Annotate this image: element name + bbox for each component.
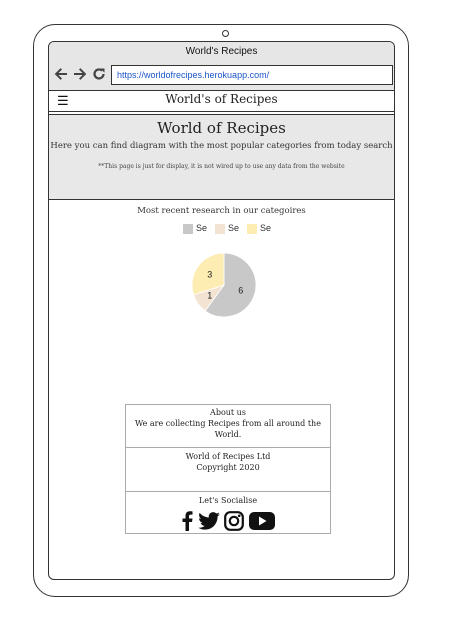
- footer-about-text: We are collecting Recipes from all aroun…: [135, 419, 321, 439]
- window-title: World's Recipes: [49, 42, 394, 63]
- footer-about-title: About us: [210, 408, 246, 417]
- browser-window: World's Recipes https://worldofrecipes.h…: [48, 41, 395, 580]
- address-bar[interactable]: https://worldofrecipes.herokuapp.com/: [111, 65, 393, 85]
- footer-social-title: Let's Socialise: [198, 496, 258, 505]
- footer-about: About us We are collecting Recipes from …: [126, 405, 330, 448]
- pie-chart: 6 1 3: [191, 252, 257, 318]
- footer-social: Let's Socialise: [126, 492, 330, 535]
- facebook-icon[interactable]: [181, 511, 193, 534]
- legend-swatch: [183, 223, 193, 234]
- chart-heading: Most recent research in our categoires: [137, 206, 306, 216]
- legend-swatch: [247, 223, 257, 234]
- back-arrow-icon[interactable]: [52, 66, 70, 84]
- legend-item[interactable]: Se: [215, 223, 241, 235]
- forward-arrow-icon[interactable]: [71, 66, 89, 84]
- navbar-brand[interactable]: World's of Recipes: [49, 91, 394, 108]
- chart-legend: Se Se Se: [183, 223, 273, 235]
- legend-label: Se: [228, 223, 240, 234]
- twitter-icon[interactable]: [197, 512, 220, 533]
- legend-item[interactable]: Se: [247, 223, 273, 235]
- camera-dot: [222, 30, 229, 37]
- legend-label: Se: [260, 223, 272, 234]
- legend-swatch: [215, 223, 225, 234]
- reload-icon[interactable]: [90, 66, 108, 84]
- social-links: [126, 511, 330, 533]
- footer-company: World of Recipes Ltd Copyright 2020: [126, 448, 330, 492]
- youtube-icon[interactable]: [248, 512, 275, 533]
- hero-note: **This page is just for display, it is n…: [98, 163, 345, 170]
- legend-label: Se: [196, 223, 208, 234]
- legend-item[interactable]: Se: [183, 223, 209, 235]
- site-footer: About us We are collecting Recipes from …: [125, 404, 331, 534]
- page-title: World of Recipes: [157, 119, 286, 137]
- footer-company-name: World of Recipes Ltd: [185, 452, 271, 461]
- footer-copyright: Copyright 2020: [196, 463, 260, 472]
- pie-slice-label: 6: [238, 285, 243, 295]
- pie-slice-label: 3: [207, 270, 212, 280]
- instagram-icon[interactable]: [224, 511, 245, 534]
- pie-slice-label: 1: [207, 290, 212, 300]
- browser-toolbar: https://worldofrecipes.herokuapp.com/: [49, 62, 394, 91]
- hero-section: World of Recipes Here you can find diagr…: [49, 114, 394, 200]
- hero-lead-text: Here you can find diagram with the most …: [50, 141, 393, 151]
- site-navbar: ☰ World's of Recipes: [49, 91, 394, 112]
